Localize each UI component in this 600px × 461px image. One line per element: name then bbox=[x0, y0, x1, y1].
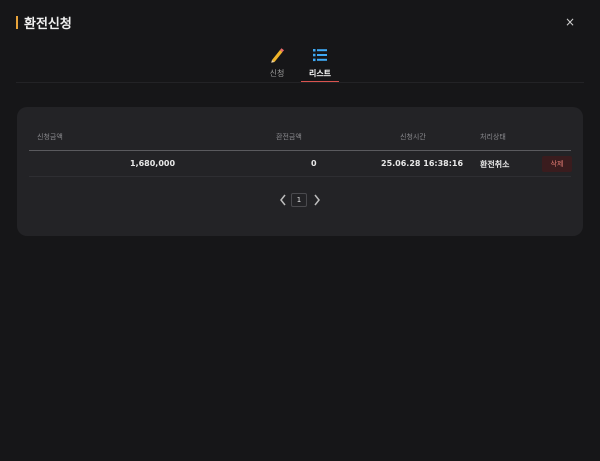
delete-button[interactable]: 삭제 bbox=[542, 156, 572, 172]
list-icon bbox=[313, 49, 327, 62]
exchange-amount-cell: 0 bbox=[311, 159, 317, 168]
title-accent-bar bbox=[16, 16, 18, 29]
column-exchange-amount: 환전금액 bbox=[276, 133, 302, 141]
request-amount-cell: 1,680,000 bbox=[130, 159, 176, 168]
status-cell: 환전취소 bbox=[480, 160, 510, 169]
tab-list[interactable]: 리스트 bbox=[300, 44, 340, 82]
dialog-header: 환전신청 × bbox=[0, 0, 600, 44]
chevron-left-icon[interactable] bbox=[278, 193, 288, 207]
tab-list-label: 리스트 bbox=[308, 69, 332, 78]
table-row: 1,680,000 0 25.06.28 16:38:16 환전취소 삭제 bbox=[29, 151, 572, 177]
request-time-cell: 25.06.28 16:38:16 bbox=[381, 159, 464, 168]
column-status: 처리상태 bbox=[480, 133, 506, 141]
tab-apply-label: 신청 bbox=[269, 69, 285, 78]
active-tab-underline bbox=[301, 81, 339, 82]
pencil-icon bbox=[271, 48, 284, 63]
column-request-amount: 신청금액 bbox=[37, 133, 63, 141]
tab-bar: 신청 리스트 bbox=[0, 44, 600, 84]
chevron-right-icon[interactable] bbox=[312, 193, 322, 207]
tabs-divider bbox=[16, 82, 584, 83]
page-number-button[interactable]: 1 bbox=[291, 193, 307, 207]
tab-apply[interactable]: 신청 bbox=[257, 44, 297, 82]
list-panel: 신청금액 환전금액 신청시간 처리상태 1,680,000 0 25.06.28… bbox=[17, 107, 583, 236]
close-icon[interactable]: × bbox=[565, 15, 575, 29]
table-header: 신청금액 환전금액 신청시간 처리상태 bbox=[29, 127, 571, 151]
pagination: 1 bbox=[17, 193, 583, 207]
dialog-title: 환전신청 bbox=[24, 17, 72, 32]
column-request-time: 신청시간 bbox=[400, 133, 426, 141]
